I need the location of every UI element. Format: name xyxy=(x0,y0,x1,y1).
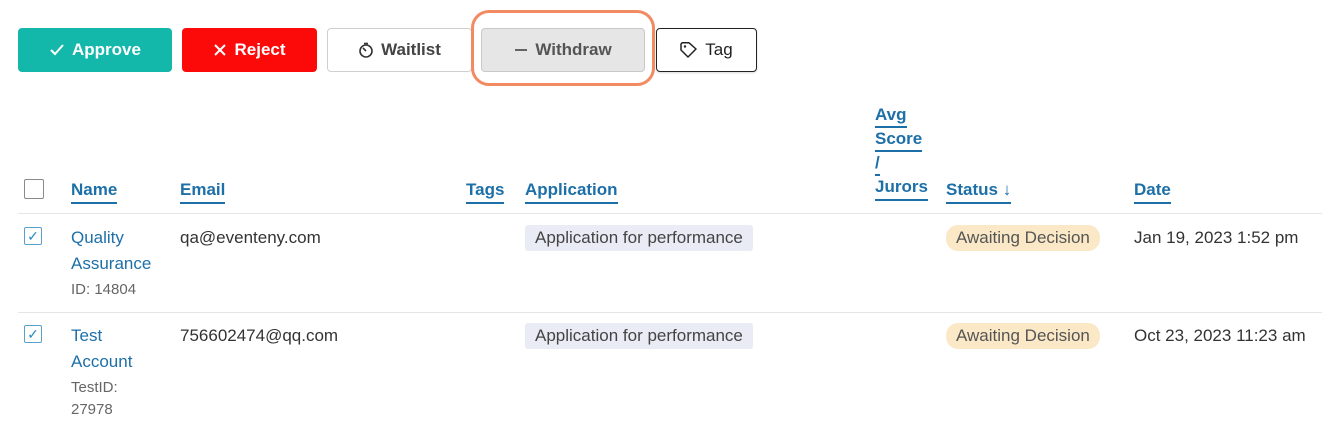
waitlist-button[interactable]: Waitlist xyxy=(327,28,472,72)
waitlist-label: Waitlist xyxy=(381,40,441,59)
header-avg-line4: Jurors xyxy=(875,176,928,201)
header-status[interactable]: Status ↓ xyxy=(946,179,1012,204)
x-icon xyxy=(213,43,227,57)
applicant-email: 756602474@qq.com xyxy=(180,326,339,345)
row-divider xyxy=(18,312,1322,313)
application-pill[interactable]: Application for performance xyxy=(525,225,753,251)
status-badge: Awaiting Decision xyxy=(946,225,1100,251)
header-name[interactable]: Name xyxy=(71,179,118,204)
name-line: Test xyxy=(71,326,103,345)
header-avg-line3: / xyxy=(875,152,880,176)
approve-button[interactable]: Approve xyxy=(18,28,172,72)
header-application[interactable]: Application xyxy=(525,179,618,204)
id-line: TestID: xyxy=(71,379,118,396)
applicant-email: qa@eventeny.com xyxy=(180,228,321,247)
tag-button[interactable]: Tag xyxy=(656,28,757,72)
header-status-label: Status xyxy=(946,180,998,199)
withdraw-highlight-outline xyxy=(471,10,655,86)
tag-label: Tag xyxy=(705,40,733,59)
reject-button[interactable]: Reject xyxy=(182,28,317,72)
tag-icon xyxy=(680,42,698,58)
applicant-name-link[interactable]: Quality Assurance xyxy=(71,225,171,277)
check-icon xyxy=(49,43,65,57)
applicant-id: ID: 14804 xyxy=(71,279,141,301)
applicant-name-link[interactable]: Test Account xyxy=(71,323,171,375)
header-tags[interactable]: Tags xyxy=(466,179,505,204)
id-line: 27978 xyxy=(71,401,113,418)
reject-label: Reject xyxy=(234,40,286,59)
id-line: ID: 14804 xyxy=(71,281,137,298)
timer-icon xyxy=(358,42,374,58)
name-line: Account xyxy=(71,352,133,371)
header-avg-line1: Avg xyxy=(875,104,907,128)
date-value: Jan 19, 2023 1:52 pm xyxy=(1134,228,1299,247)
row-checkbox[interactable]: ✓ xyxy=(24,325,42,343)
applicant-id: TestID: 27978 xyxy=(71,377,141,421)
arrow-down-icon: ↓ xyxy=(1002,180,1012,199)
status-badge: Awaiting Decision xyxy=(946,323,1100,349)
select-all-checkbox[interactable] xyxy=(24,179,44,199)
application-pill[interactable]: Application for performance xyxy=(525,323,753,349)
name-line: Assurance xyxy=(71,254,152,273)
row-checkbox[interactable]: ✓ xyxy=(24,227,42,245)
header-email[interactable]: Email xyxy=(180,179,226,204)
date-value: Oct 23, 2023 11:23 am xyxy=(1134,326,1306,345)
name-line: Quality xyxy=(71,228,124,247)
header-date[interactable]: Date xyxy=(1134,179,1171,204)
approve-label: Approve xyxy=(72,40,141,59)
header-divider xyxy=(18,213,1322,214)
header-avg-score-jurors[interactable]: Avg Score / Jurors xyxy=(875,104,928,201)
header-avg-line2: Score xyxy=(875,128,923,152)
